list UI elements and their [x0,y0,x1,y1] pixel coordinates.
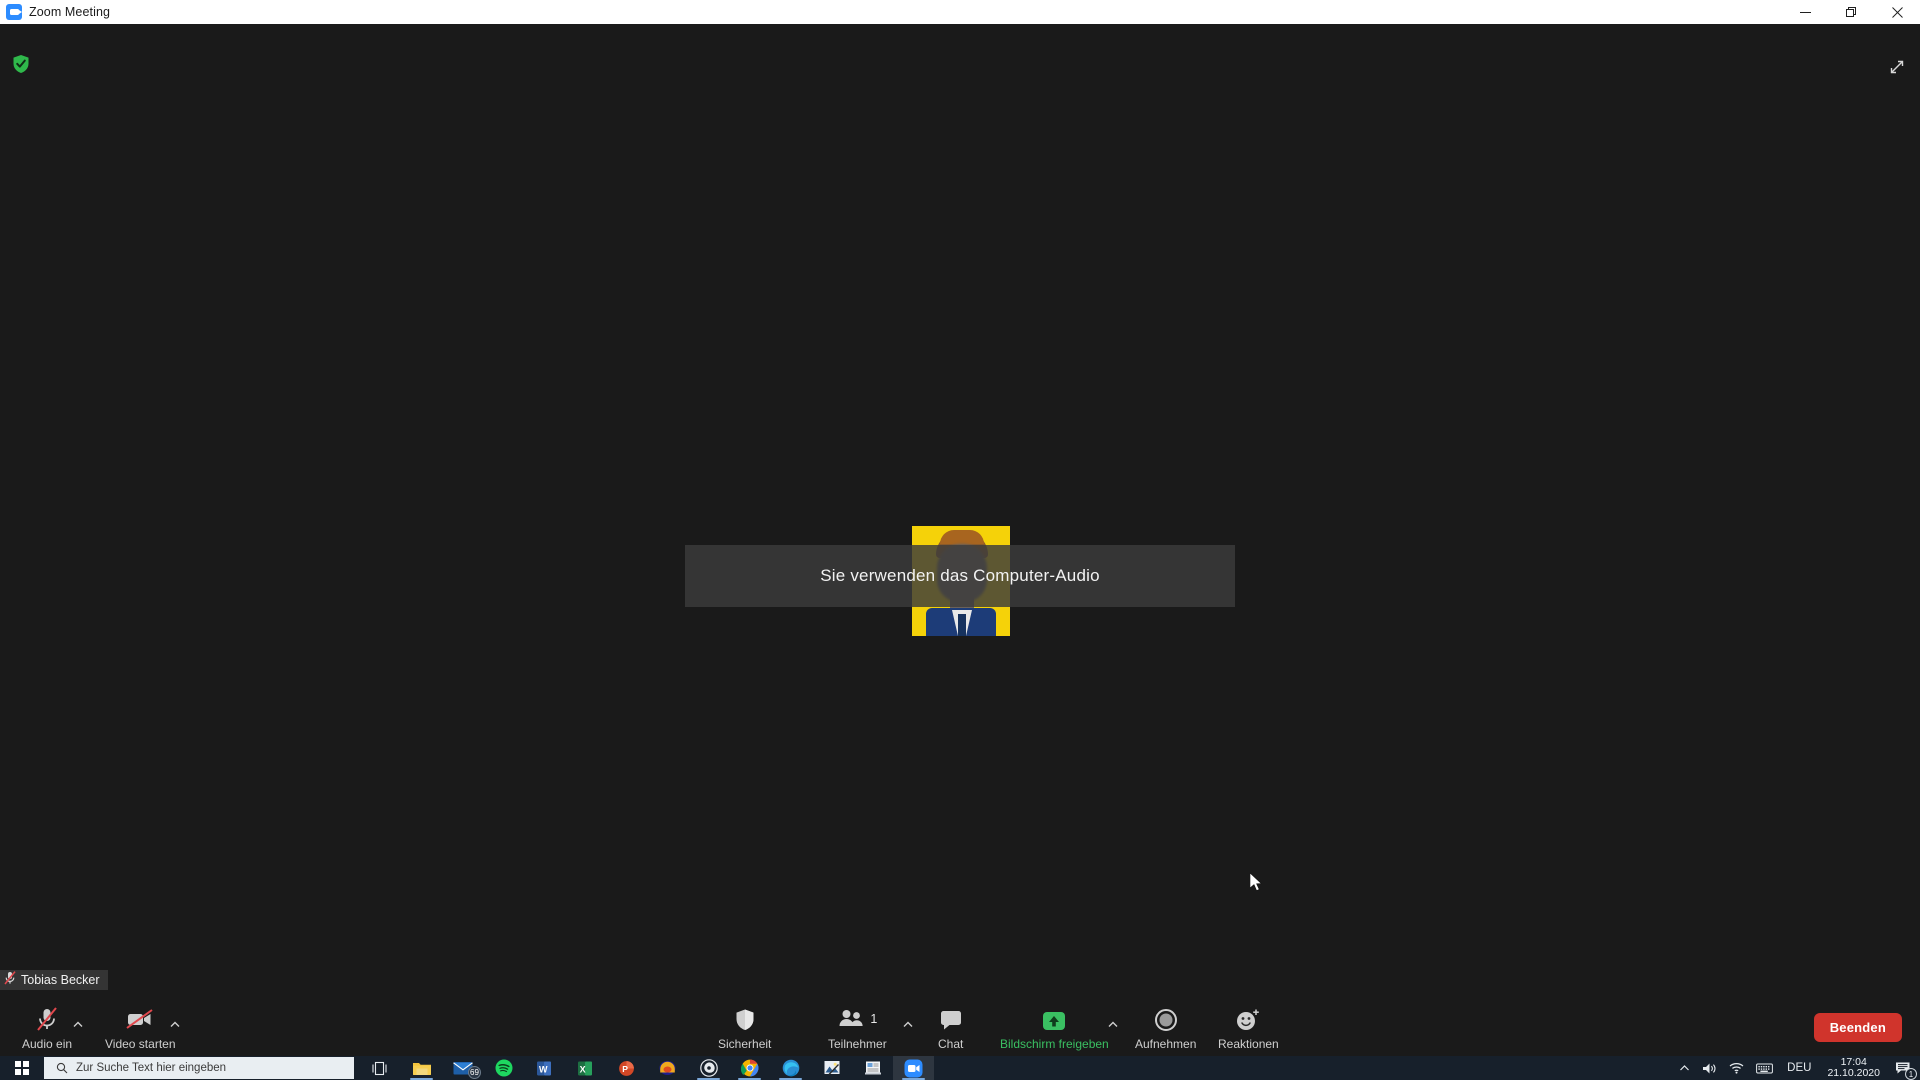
participants-count: 1 [870,1012,878,1026]
window-title: Zoom Meeting [29,5,111,19]
notification-icon[interactable]: 1 [1888,1056,1918,1080]
smiley-plus-icon [1235,1006,1261,1032]
camera-muted-icon [125,1006,155,1032]
video-button[interactable]: Video starten [105,1006,176,1051]
participants-label: Teilnehmer [828,1037,887,1051]
svg-text:P: P [622,1064,628,1074]
audio-status-toast: Sie verwenden das Computer-Audio [685,545,1235,607]
share-screen-button[interactable]: Bildschirm freigeben [1000,1006,1109,1051]
meeting-stage: Sie verwenden das Computer-Audio [0,48,1920,978]
zoom-meeting-window: Sie verwenden das Computer-Audio Tobias … [0,24,1920,1056]
wifi-icon[interactable] [1723,1056,1750,1080]
meeting-toolbar: Audio ein Video starten Sicherheit 1 Tei… [0,994,1920,1056]
edge-icon[interactable] [770,1056,811,1080]
record-button[interactable]: Aufnehmen [1135,1006,1196,1051]
word-icon[interactable]: W [524,1056,565,1080]
discord-icon[interactable] [647,1056,688,1080]
language-indicator[interactable]: DEU [1779,1062,1819,1074]
svg-text:X: X [580,1064,586,1074]
video-options-chevron-up-icon[interactable] [169,1018,181,1030]
record-label: Aufnehmen [1135,1037,1197,1051]
window-controls [1782,0,1920,24]
audio-options-chevron-up-icon[interactable] [72,1018,84,1030]
audio-button[interactable]: Audio ein [22,1006,72,1051]
end-meeting-button[interactable]: Beenden [1813,1013,1902,1042]
system-tray: DEU 17:04 21.10.2020 1 [1673,1056,1920,1080]
reactions-button[interactable]: Reaktionen [1218,1006,1279,1051]
share-screen-label: Bildschirm freigeben [1000,1037,1109,1051]
notification-count: 1 [1905,1068,1917,1080]
mouse-cursor [1249,872,1264,893]
mail-icon[interactable]: 69 [442,1056,483,1080]
self-name-label: Tobias Becker [21,973,100,987]
document-app-icon[interactable] [852,1056,893,1080]
keyboard-icon[interactable] [1750,1056,1779,1080]
window-title-bar: Zoom Meeting [0,0,1920,24]
clock[interactable]: 17:04 21.10.2020 [1819,1057,1888,1079]
search-placeholder: Zur Suche Text hier eingeben [76,1062,227,1074]
minimize-icon[interactable] [1782,0,1828,24]
audio-status-text: Sie verwenden das Computer-Audio [820,566,1100,585]
excel-icon[interactable]: X [565,1056,606,1080]
photo-editor-icon[interactable] [811,1056,852,1080]
chrome-icon[interactable] [729,1056,770,1080]
share-screen-arrow-icon [1040,1006,1068,1032]
zoom-icon[interactable] [893,1056,934,1080]
obs-studio-icon[interactable] [688,1056,729,1080]
people-icon: 1 [837,1006,877,1032]
restore-icon[interactable] [1828,0,1874,24]
powerpoint-icon[interactable]: P [606,1056,647,1080]
search-icon [56,1062,68,1074]
video-label: Video starten [105,1037,176,1051]
start-button[interactable] [0,1056,44,1080]
speaker-icon[interactable] [1696,1056,1723,1080]
chat-button[interactable]: Chat [938,1006,963,1051]
record-circle-icon [1154,1006,1178,1032]
windows-taskbar: Zur Suche Text hier eingeben 69 W X P DE… [0,1056,1920,1080]
svg-text:W: W [539,1064,548,1074]
security-button[interactable]: Sicherheit [718,1006,771,1051]
zoom-camera-icon [6,4,22,20]
share-options-chevron-up-icon[interactable] [1107,1018,1119,1030]
close-icon[interactable] [1874,0,1920,24]
self-nameplate: Tobias Becker [0,970,108,990]
mic-muted-icon [35,1006,59,1032]
task-view-icon[interactable] [360,1056,401,1080]
participants-button[interactable]: 1 Teilnehmer [828,1006,887,1051]
audio-label: Audio ein [22,1037,73,1051]
shield-icon [734,1006,756,1032]
taskbar-apps: 69 W X P [360,1056,934,1080]
clock-date: 21.10.2020 [1827,1067,1880,1079]
mail-badge: 69 [468,1066,481,1079]
speech-bubble-icon [939,1006,963,1032]
chat-label: Chat [938,1037,964,1051]
reactions-label: Reaktionen [1218,1037,1279,1051]
file-explorer-icon[interactable] [401,1056,442,1080]
spotify-icon[interactable] [483,1056,524,1080]
security-label: Sicherheit [718,1037,772,1051]
tray-overflow-chevron-up-icon[interactable] [1673,1056,1696,1080]
search-input[interactable]: Zur Suche Text hier eingeben [44,1057,354,1079]
windows-logo-icon [15,1061,29,1075]
muted-mic-icon [4,970,16,990]
participants-options-chevron-up-icon[interactable] [902,1018,914,1030]
